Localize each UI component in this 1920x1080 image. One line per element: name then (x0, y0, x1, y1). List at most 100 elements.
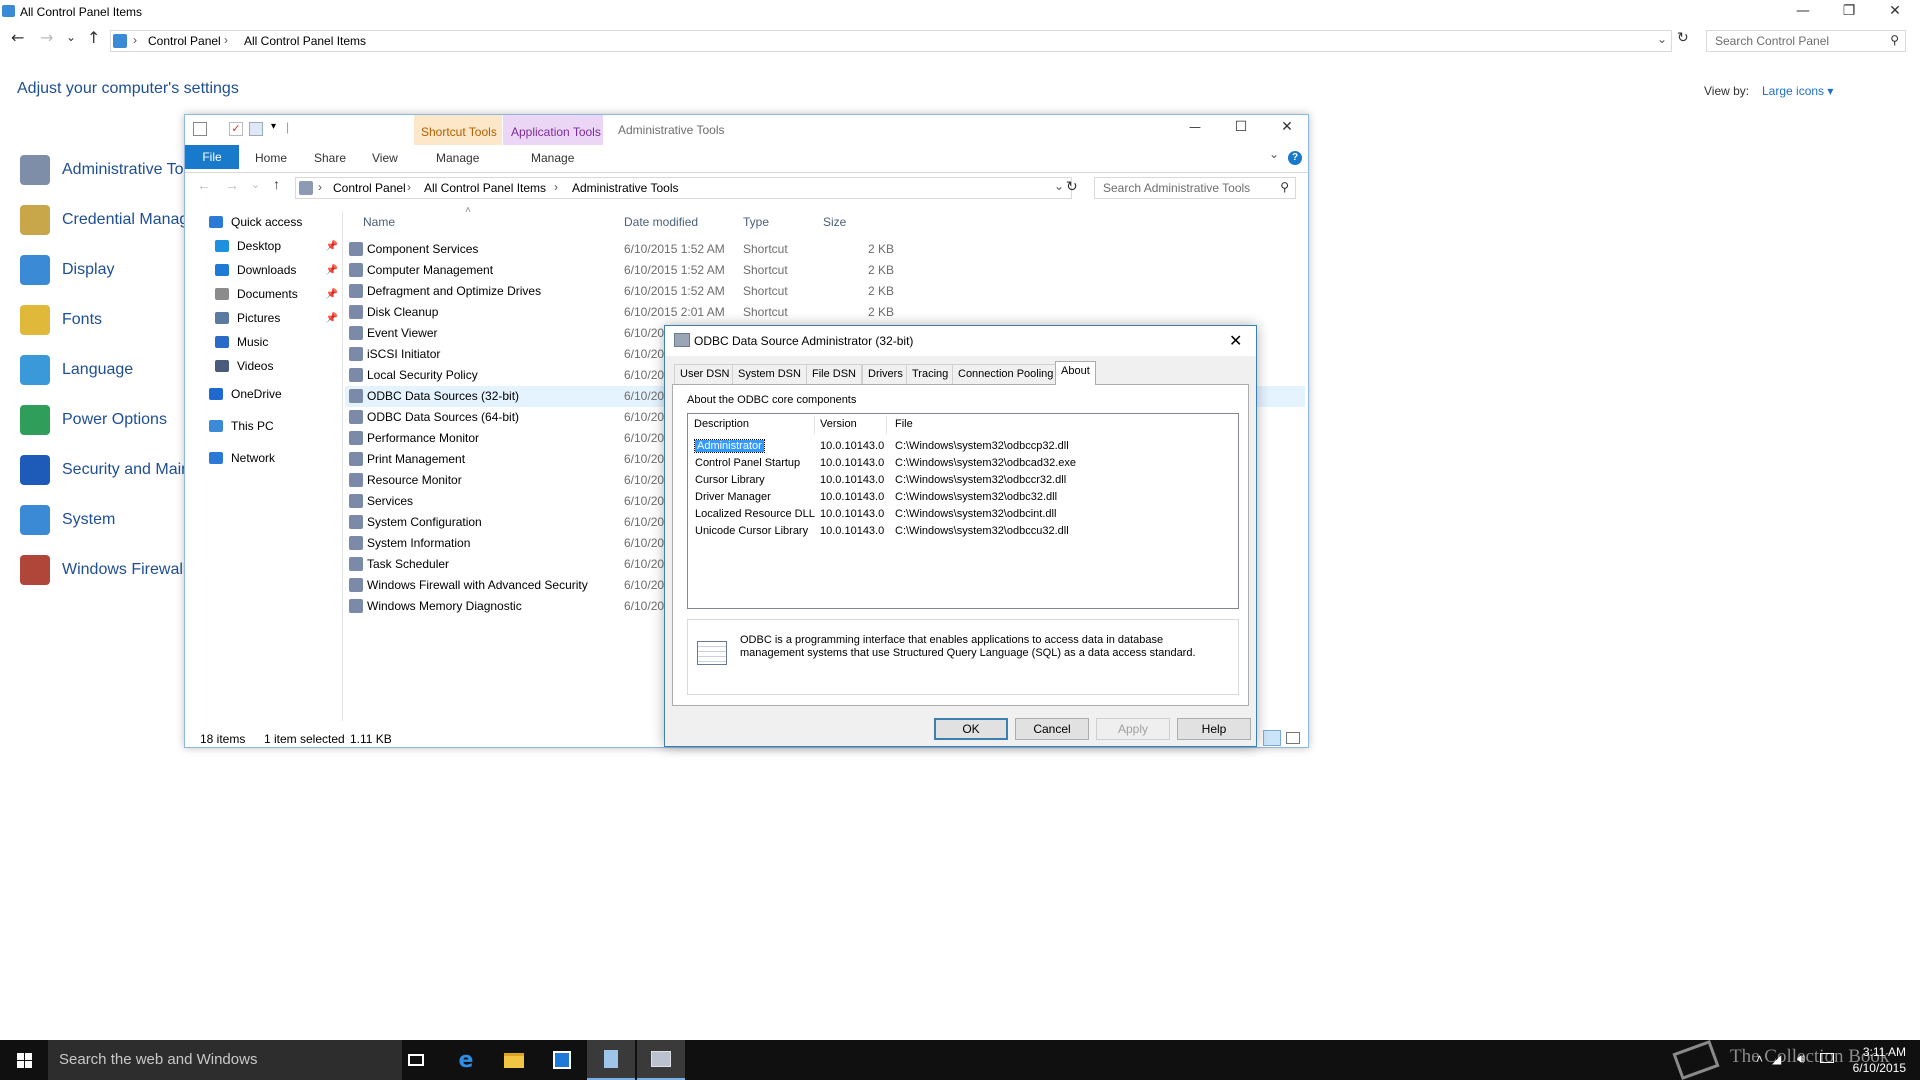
component-row[interactable]: Unicode Cursor Library 10.0.10143.0 C:\Win… (688, 524, 1238, 541)
odbc-taskbar-button[interactable] (637, 1040, 685, 1080)
pin-icon[interactable]: 📌 (326, 265, 338, 276)
help-button[interactable]: Help (1177, 718, 1251, 740)
notifications-chevron-icon[interactable]: ˄ (1756, 1052, 1763, 1066)
edge-button[interactable]: e (442, 1040, 490, 1080)
breadcrumb-all-items[interactable]: All Control Panel Items (244, 34, 366, 48)
nav-item-pictures[interactable]: Pictures 📌 (185, 307, 342, 329)
control-panel-item[interactable]: Display (20, 250, 114, 290)
nav-item-desktop[interactable]: Desktop 📌 (185, 235, 342, 257)
tab-user-dsn[interactable]: User DSN (674, 364, 736, 384)
component-row[interactable]: Control Panel Startup 10.0.10143.0 C:\Wind… (688, 456, 1238, 473)
file-explorer-button[interactable] (490, 1040, 538, 1080)
nav-item-downloads[interactable]: Downloads 📌 (185, 259, 342, 281)
pin-icon[interactable]: 📌 (326, 313, 338, 324)
control-panel-item[interactable]: Windows Firewall (20, 550, 186, 590)
column-header-file[interactable]: File (895, 418, 913, 430)
control-panel-item[interactable]: Credential Manager (20, 200, 203, 240)
tab-share[interactable]: Share (314, 151, 346, 165)
start-button[interactable] (0, 1040, 48, 1080)
taskbar-search-input[interactable]: Search the web and Windows (48, 1040, 402, 1080)
up-icon[interactable]: ↑ (273, 176, 280, 192)
volume-icon[interactable]: 🔊︎ (1797, 1051, 1805, 1067)
column-header-size[interactable]: Size (823, 215, 846, 229)
tab-view[interactable]: View (372, 151, 398, 165)
component-row[interactable]: Driver Manager 10.0.10143.0 C:\Windows\sys… (688, 490, 1238, 507)
file-row[interactable]: Disk Cleanup 6/10/2015 2:01 AM Shortcut 2 K… (345, 302, 1305, 323)
cancel-button[interactable]: Cancel (1015, 718, 1089, 740)
admin-tools-taskbar-button[interactable] (587, 1040, 635, 1080)
tab-tracing[interactable]: Tracing (906, 364, 955, 384)
keyboard-icon[interactable] (1820, 1053, 1834, 1063)
refresh-icon[interactable]: ↻ (1677, 30, 1689, 46)
file-row[interactable]: Defragment and Optimize Drives 6/10/2015 … (345, 281, 1305, 302)
nav-item-videos[interactable]: Videos (185, 355, 342, 377)
control-panel-search-input[interactable]: Search Control Panel ⚲ (1706, 30, 1906, 52)
network-icon[interactable]: ◢ (1772, 1052, 1781, 1066)
maximize-button[interactable]: ☐ (1218, 112, 1264, 142)
breadcrumb-all-items[interactable]: All Control Panel Items (424, 181, 546, 195)
column-header-description[interactable]: Description (694, 418, 749, 430)
control-panel-item[interactable]: Administrative Tools (20, 150, 204, 190)
apply-button[interactable]: Apply (1096, 718, 1170, 740)
nav-item-network[interactable]: Network (185, 447, 342, 469)
column-header-date[interactable]: Date modified (624, 215, 698, 229)
component-row[interactable]: Localized Resource DLL 10.0.10143.0 C:\Win… (688, 507, 1238, 524)
tab-drivers[interactable]: Drivers (862, 364, 909, 384)
up-icon[interactable]: ↑ (87, 28, 100, 47)
new-folder-icon[interactable] (249, 122, 263, 136)
breadcrumb-control-panel[interactable]: Control Panel (148, 34, 221, 48)
control-panel-item[interactable]: Fonts (20, 300, 102, 340)
minimize-button[interactable]: — (1780, 0, 1826, 26)
back-icon[interactable]: ← (11, 28, 24, 47)
tab-connection-pooling[interactable]: Connection Pooling (952, 364, 1060, 384)
pin-icon[interactable]: 📌 (326, 241, 338, 252)
restore-button[interactable]: ❐ (1826, 0, 1872, 26)
clock[interactable]: 3:11 AM 6/10/2015 (1853, 1044, 1906, 1076)
tab-file-dsn[interactable]: File DSN (806, 364, 863, 384)
nav-item-onedrive[interactable]: OneDrive (185, 383, 342, 405)
store-button[interactable] (538, 1040, 586, 1080)
nav-item-documents[interactable]: Documents 📌 (185, 283, 342, 305)
view-by-dropdown[interactable]: Large icons ▾ (1762, 84, 1833, 98)
address-dropdown-icon[interactable]: ⌄ (1657, 32, 1667, 46)
components-table[interactable]: Description Version File Administrator 10… (687, 413, 1239, 609)
back-icon[interactable]: ← (197, 177, 211, 193)
tab-system-dsn[interactable]: System DSN (732, 364, 807, 384)
control-panel-item[interactable]: Power Options (20, 400, 167, 440)
close-button[interactable]: ✕ (1872, 0, 1918, 26)
search-icon[interactable]: ⚲ (1890, 33, 1899, 47)
control-panel-item[interactable]: Language (20, 350, 133, 390)
task-view-button[interactable] (392, 1040, 440, 1080)
help-icon[interactable]: ? (1288, 151, 1302, 165)
large-icons-view-icon[interactable] (1286, 732, 1300, 744)
control-panel-item[interactable]: System (20, 500, 115, 540)
tab-shortcut-manage[interactable]: Manage (436, 151, 480, 165)
minimize-button[interactable]: — (1172, 112, 1218, 142)
component-row[interactable]: Cursor Library 10.0.10143.0 C:\Windows\sys… (688, 473, 1238, 490)
file-row[interactable]: Component Services 6/10/2015 1:52 AM Short… (345, 239, 1305, 260)
nav-item-this-pc[interactable]: This PC (185, 415, 342, 437)
ok-button[interactable]: OK (934, 718, 1008, 740)
column-header-name[interactable]: Name (363, 215, 395, 229)
ribbon-expand-icon[interactable]: ⌄ (1269, 147, 1279, 161)
breadcrumb-admin-tools[interactable]: Administrative Tools (572, 181, 679, 195)
qat-dropdown-icon[interactable]: ▾ (271, 121, 276, 132)
address-dropdown-icon[interactable]: ⌄ (1054, 179, 1064, 193)
pin-icon[interactable]: 📌 (326, 289, 338, 300)
properties-icon[interactable] (193, 122, 207, 136)
file-row[interactable]: Computer Management 6/10/2015 1:52 AM Shor… (345, 260, 1305, 281)
tab-file[interactable]: File (185, 145, 239, 169)
refresh-icon[interactable]: ↻ (1066, 178, 1078, 195)
column-header-type[interactable]: Type (743, 215, 769, 229)
close-button[interactable]: ✕ (1264, 112, 1310, 142)
nav-item-quick-access[interactable]: Quick access (185, 211, 342, 233)
forward-icon[interactable]: → (225, 177, 239, 193)
column-header-version[interactable]: Version (820, 418, 857, 430)
tab-application-manage[interactable]: Manage (531, 151, 575, 165)
recent-locations-icon[interactable]: ⌄ (66, 30, 76, 44)
nav-item-music[interactable]: Music (185, 331, 342, 353)
tab-home[interactable]: Home (255, 151, 287, 165)
explorer-search-input[interactable]: Search Administrative Tools ⚲ (1094, 177, 1296, 199)
recent-locations-icon[interactable]: ⌄ (251, 178, 260, 191)
details-view-icon[interactable] (1263, 730, 1281, 746)
